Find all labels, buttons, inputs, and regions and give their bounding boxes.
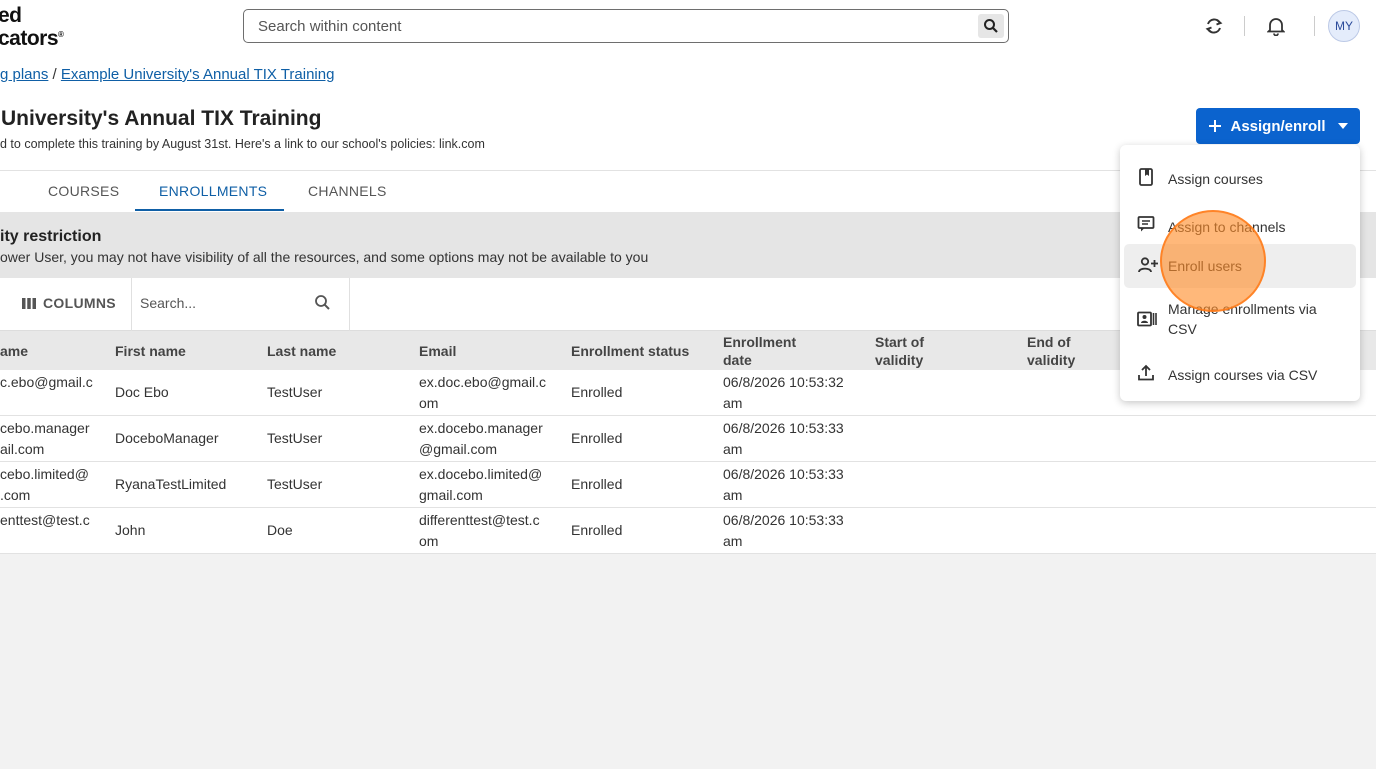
divider (131, 278, 132, 331)
table-row[interactable]: cebo.limited@ .com RyanaTestLimited Test… (0, 462, 1376, 508)
plus-icon (1209, 120, 1222, 132)
cell-enrollment-date: 06/8/2026 10:53:32 am (723, 374, 844, 411)
column-header-enrollment-status[interactable]: Enrollment status (571, 342, 689, 360)
channel-icon (1137, 215, 1155, 238)
cell-email: ex.doc.ebo@gmail.c om (419, 374, 547, 411)
divider (1314, 16, 1315, 36)
columns-label: COLUMNS (43, 295, 116, 311)
search-icon[interactable] (978, 14, 1004, 38)
column-header-enrollment-date[interactable]: Enrollment date (723, 333, 796, 369)
menu-item-label: Manage enrollments via CSV (1168, 301, 1317, 337)
cell-status: Enrolled (571, 522, 623, 538)
columns-icon (22, 297, 36, 309)
tab-courses[interactable]: COURSES (48, 183, 119, 199)
assign-enroll-menu: Assign courses Assign to channels Enroll… (1120, 145, 1360, 401)
cell-status: Enrolled (571, 384, 623, 400)
breadcrumb-separator: / (48, 66, 61, 83)
menu-item-label: Enroll users (1168, 258, 1242, 274)
breadcrumb: g plans / Example University's Annual TI… (0, 66, 334, 83)
menu-item-manage-enrollments-csv[interactable]: Manage enrollments via CSV (1120, 295, 1360, 345)
menu-item-enroll-users[interactable]: Enroll users (1124, 244, 1356, 288)
cell-first-name: John (115, 522, 146, 538)
menu-item-assign-courses[interactable]: Assign courses (1120, 157, 1360, 197)
cell-status: Enrolled (571, 476, 623, 492)
table-row[interactable]: enttest@test.c John Doe differenttest@te… (0, 508, 1376, 554)
cell-last-name: Doe (267, 522, 293, 538)
id-card-icon (1137, 311, 1157, 332)
column-header-username[interactable]: ame (0, 342, 28, 360)
cell-enrollment-date: 06/8/2026 10:53:33 am (723, 420, 844, 457)
cell-first-name: Doc Ebo (115, 384, 169, 400)
page-title: University's Annual TIX Training (1, 107, 322, 130)
global-search-input[interactable]: Search within content (243, 9, 1009, 43)
assign-enroll-button[interactable]: Assign/enroll (1196, 108, 1360, 144)
cell-status: Enrolled (571, 430, 623, 446)
menu-item-assign-courses-csv[interactable]: Assign courses via CSV (1120, 353, 1360, 393)
logo-line-2: cators (0, 27, 59, 50)
page-description: d to complete this training by August 31… (0, 137, 485, 151)
breadcrumb-parent-link[interactable]: g plans (0, 66, 48, 83)
cell-username: cebo.limited@ .com (0, 466, 89, 503)
assign-enroll-label: Assign/enroll (1230, 117, 1326, 135)
cell-enrollment-date: 06/8/2026 10:53:33 am (723, 466, 844, 503)
cell-username: c.ebo@gmail.c (0, 374, 93, 390)
active-tab-indicator (135, 209, 284, 211)
tab-channels[interactable]: CHANNELS (308, 183, 387, 199)
cell-first-name: RyanaTestLimited (115, 476, 227, 492)
cell-enrollment-date: 06/8/2026 10:53:33 am (723, 512, 844, 549)
top-bar: ed cators® Search within content MY (0, 0, 1376, 54)
bell-icon[interactable] (1264, 14, 1288, 38)
search-placeholder: Search within content (258, 18, 402, 35)
cell-email: differenttest@test.c om (419, 512, 540, 549)
cell-username: cebo.manager ail.com (0, 420, 90, 457)
notice-title: ity restriction (0, 228, 102, 245)
logo[interactable]: ed cators® (0, 4, 64, 50)
table-row[interactable]: cebo.manager ail.com DoceboManager TestU… (0, 416, 1376, 462)
divider (1244, 16, 1245, 36)
cell-email: ex.docebo.limited@ gmail.com (419, 466, 543, 503)
menu-item-label: Assign courses via CSV (1168, 367, 1318, 383)
column-header-first-name[interactable]: First name (115, 342, 186, 360)
tab-enrollments[interactable]: ENROLLMENTS (159, 183, 267, 199)
table-search-input[interactable]: Search... (140, 295, 196, 311)
cell-first-name: DoceboManager (115, 430, 219, 446)
upload-icon (1137, 364, 1155, 387)
sync-icon[interactable] (1202, 14, 1226, 38)
person-add-icon (1137, 256, 1159, 279)
divider (349, 278, 350, 331)
cell-username: enttest@test.c (0, 512, 90, 528)
column-header-last-name[interactable]: Last name (267, 342, 336, 360)
avatar[interactable]: MY (1328, 10, 1360, 42)
cell-last-name: TestUser (267, 430, 323, 446)
cell-last-name: TestUser (267, 384, 323, 400)
notice-text: ower User, you may not have visibility o… (0, 249, 649, 265)
logo-line-1: ed (0, 4, 22, 27)
column-header-start-validity[interactable]: Start of validity (875, 333, 924, 369)
caret-down-icon (1337, 123, 1348, 129)
column-header-email[interactable]: Email (419, 342, 456, 360)
columns-button[interactable]: COLUMNS (22, 295, 116, 311)
menu-item-label: Assign to channels (1168, 219, 1286, 235)
column-header-end-validity[interactable]: End of validity (1027, 333, 1075, 369)
cell-last-name: TestUser (267, 476, 323, 492)
breadcrumb-current-link[interactable]: Example University's Annual TIX Training (61, 66, 335, 83)
menu-item-label: Assign courses (1168, 171, 1263, 187)
menu-item-assign-to-channels[interactable]: Assign to channels (1120, 205, 1360, 245)
search-icon[interactable] (314, 294, 331, 316)
cell-email: ex.docebo.manager @gmail.com (419, 420, 543, 457)
book-icon (1137, 167, 1155, 192)
